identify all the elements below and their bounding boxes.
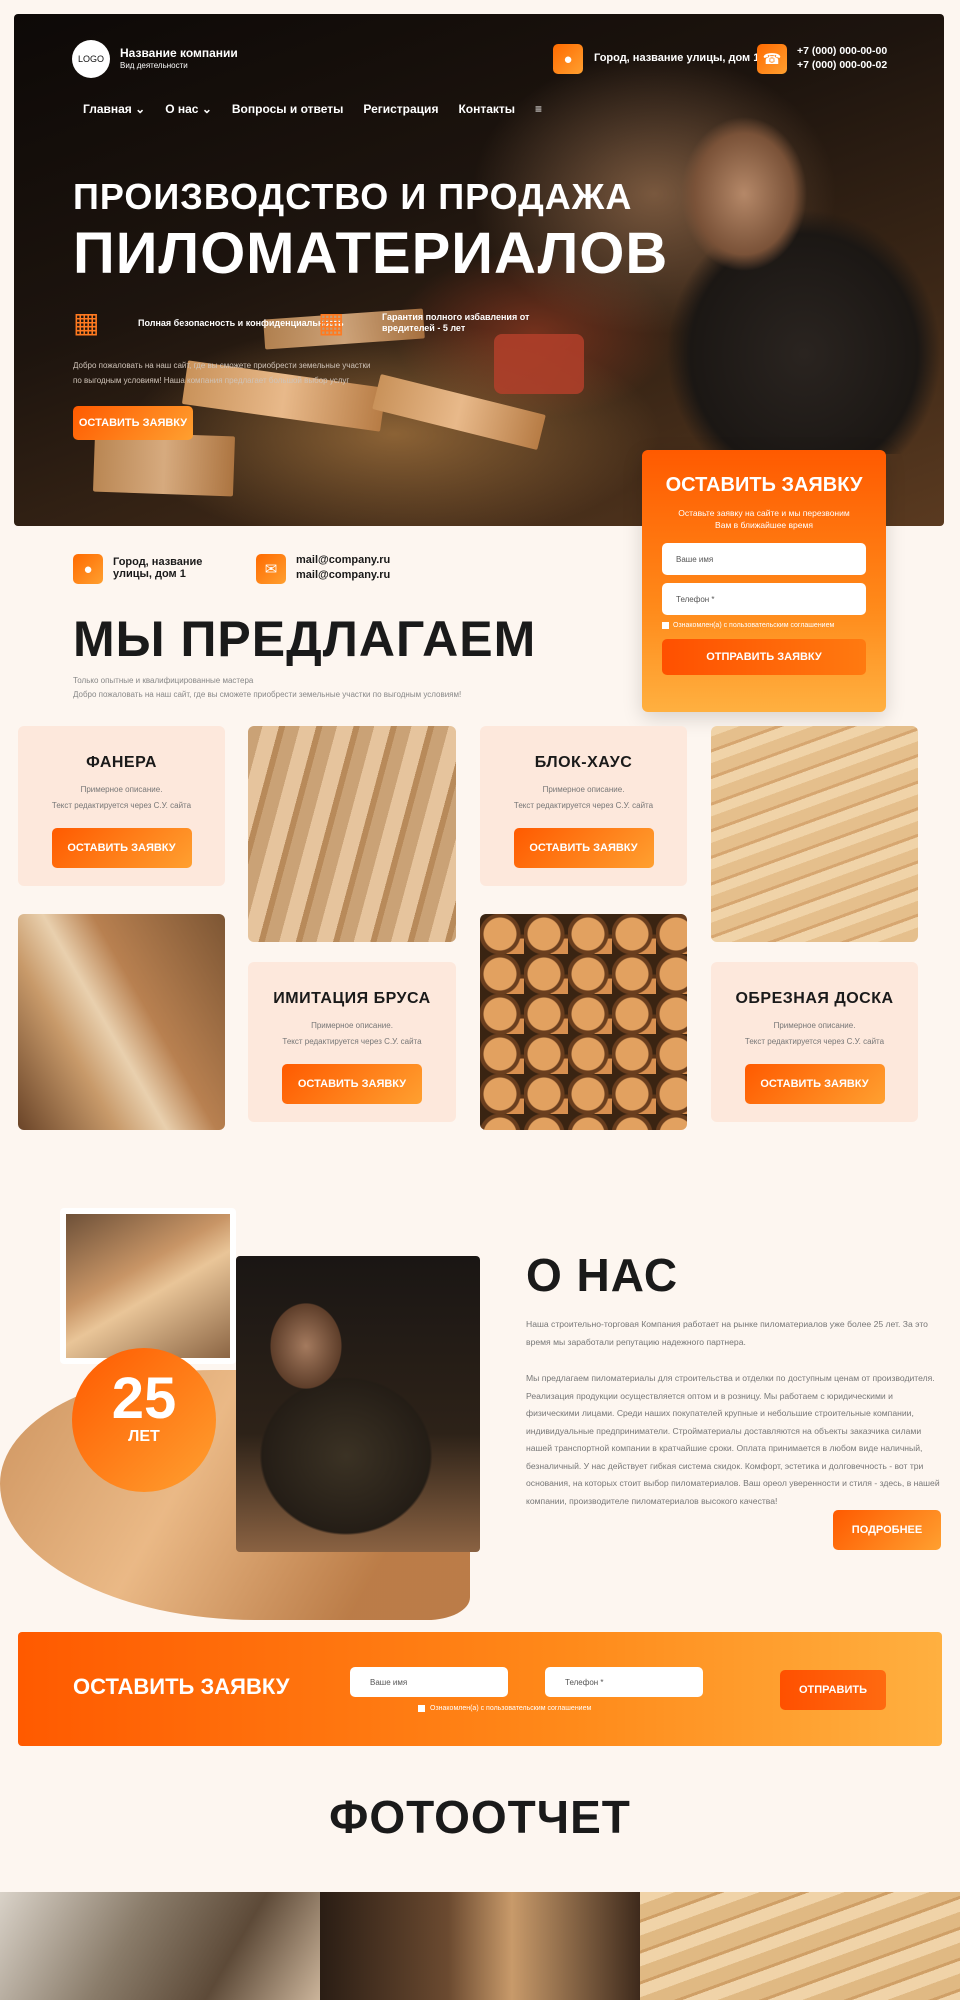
form-card-submit-button[interactable]: ОТПРАВИТЬ ЗАЯВКУ (662, 639, 866, 675)
about-title: О НАС (526, 1249, 679, 1301)
offer-subtitle-1: Только опытные и квалифицированные масте… (73, 676, 254, 685)
product-desc: Примерное описание. Текст редактируется ч… (744, 1021, 885, 1046)
offer-subtitle-2: Добро пожаловать на наш сайт, где вы смо… (73, 690, 462, 699)
menu-icon[interactable]: ≡ (535, 102, 542, 116)
about-more-button[interactable]: ПОДРОБНЕЕ (833, 1510, 941, 1550)
form-card-subtitle: Оставьте заявку на сайте и мы перезвоним… (678, 508, 850, 530)
product-title: ОБРЕЗНАЯ ДОСКА (735, 990, 894, 1007)
offer-title: МЫ ПРЕДЛАГАЕМ (73, 611, 537, 667)
consent-text: Ознакомлен(а) с пользовательским соглаше… (673, 622, 835, 629)
product-request-button[interactable]: ОСТАВИТЬ ЗАЯВКУ (51, 828, 192, 868)
planks-icon: ▦ (318, 307, 345, 338)
form-card-title: ОСТАВИТЬ ЗАЯВКУ (665, 474, 863, 496)
product-request-button[interactable]: ОСТАВИТЬ ЗАЯВКУ (744, 1064, 885, 1104)
product-title: ИМИТАЦИЯ БРУСА (273, 990, 431, 1007)
contact-email-2[interactable]: mail@company.ru (296, 569, 390, 581)
nav-contacts[interactable]: Контакты (458, 102, 515, 116)
hero-feature-2: Гарантия полного избавления от вредителе… (382, 312, 530, 333)
years-badge: 25 ЛЕТ (72, 1348, 216, 1492)
years-number: 25 (111, 1366, 177, 1431)
contact-address: Город, название улицы, дом 1 (113, 556, 203, 580)
product-request-button[interactable]: ОСТАВИТЬ ЗАЯВКУ (513, 828, 654, 868)
boards-photo (711, 726, 918, 942)
phone-icon: ☎ (757, 44, 787, 74)
years-label: ЛЕТ (128, 1428, 160, 1445)
photo-report-image-3 (640, 1892, 960, 2000)
location-icon: ● (553, 44, 583, 74)
hero-feature-1: Полная безопасность и конфиденциальность (138, 318, 344, 328)
location-icon: ● (73, 554, 103, 584)
cta-submit-button[interactable]: ОТПРАВИТЬ (780, 1670, 886, 1710)
product-desc: Примерное описание. Текст редактируется ч… (513, 785, 654, 810)
product-desc: Примерное описание. Текст редактируется ч… (282, 1021, 422, 1046)
plywood-roll-photo (18, 914, 225, 1130)
header-address: Город, название улицы, дом 1 (594, 52, 760, 64)
hero-title-line1: ПРОИЗВОДСТВО И ПРОДАЖА (73, 176, 633, 217)
form-card-consent: Ознакомлен(а) с пользовательским соглаше… (662, 622, 866, 629)
request-form-card: ОСТАВИТЬ ЗАЯВКУ Оставьте заявку на сайте… (642, 450, 886, 712)
cta-consent-text: Ознакомлен(а) с пользовательским соглаше… (430, 1705, 592, 1712)
cta-title: ОСТАВИТЬ ЗАЯВКУ (73, 1674, 290, 1699)
hero-title-line2: ПИЛОМАТЕРИАЛОВ (73, 221, 669, 286)
company-name: Название компании (120, 46, 238, 60)
product-title: ФАНЕРА (86, 754, 157, 771)
chevron-down-icon: ⌄ (201, 102, 212, 116)
product-desc: Примерное описание. Текст редактируется ч… (51, 785, 192, 810)
product-title: БЛОК-ХАУС (534, 754, 633, 771)
cta-name-input[interactable]: Ваше имя (350, 1667, 508, 1697)
form-card-name-input[interactable]: Ваше имя (662, 543, 866, 575)
main-nav: Главная ⌄ О нас ⌄ Вопросы и ответы Регис… (83, 102, 562, 116)
consent-checkbox[interactable] (662, 622, 669, 629)
logo[interactable]: LOGO (72, 40, 110, 78)
photo-report-image-1 (0, 1892, 320, 2000)
product-card-plywood: ФАНЕРА Примерное описание. Текст редактир… (18, 726, 225, 886)
hero-description: Добро пожаловать на наш сайт, где вы смо… (73, 361, 371, 385)
product-card-timber-imitation: ИМИТАЦИЯ БРУСА Примерное описание. Текст … (248, 962, 456, 1122)
mail-icon: ✉ (256, 554, 286, 584)
nav-home[interactable]: Главная ⌄ (83, 102, 145, 116)
form-card-phone-input[interactable]: Телефон * (662, 583, 866, 615)
craftsman-workshop-photo (236, 1256, 480, 1552)
photo-report-title: ФОТООТЧЕТ (329, 1791, 631, 1843)
nav-faq[interactable]: Вопросы и ответы (232, 102, 343, 116)
cta-consent: Ознакомлен(а) с пользовательским соглаше… (418, 1705, 591, 1712)
about-paragraph-1: Наша строительно-торговая Компания работ… (526, 1319, 928, 1347)
contact-email-1[interactable]: mail@company.ru (296, 554, 390, 566)
about-paragraph-2: Мы предлагаем пиломатериалы для строител… (526, 1373, 940, 1506)
nav-home-label: Главная (83, 102, 132, 116)
lumber-photo (248, 726, 456, 942)
cta-phone-input[interactable]: Телефон * (545, 1667, 703, 1697)
firewood-photo (480, 914, 687, 1130)
product-request-button[interactable]: ОСТАВИТЬ ЗАЯВКУ (282, 1064, 422, 1104)
nav-about[interactable]: О нас ⌄ (165, 102, 212, 116)
chevron-down-icon: ⌄ (135, 102, 146, 116)
header-phone-2[interactable]: +7 (000) 000-00-02 (797, 59, 887, 71)
product-card-blockhouse: БЛОК-ХАУС Примерное описание. Текст редак… (480, 726, 687, 886)
hero-request-button[interactable]: ОСТАВИТЬ ЗАЯВКУ (73, 406, 193, 440)
nav-about-label: О нас (165, 102, 199, 116)
tools-photo (60, 1208, 236, 1364)
product-card-edged-board: ОБРЕЗНАЯ ДОСКА Примерное описание. Текст … (711, 962, 918, 1122)
photo-report-image-2 (320, 1892, 640, 2000)
cta-consent-checkbox[interactable] (418, 1705, 425, 1712)
blocks-icon: ▦ (73, 307, 100, 338)
header-phone-1[interactable]: +7 (000) 000-00-00 (797, 45, 887, 57)
company-activity: Вид деятельности (120, 61, 188, 70)
nav-registration[interactable]: Регистрация (363, 102, 438, 116)
